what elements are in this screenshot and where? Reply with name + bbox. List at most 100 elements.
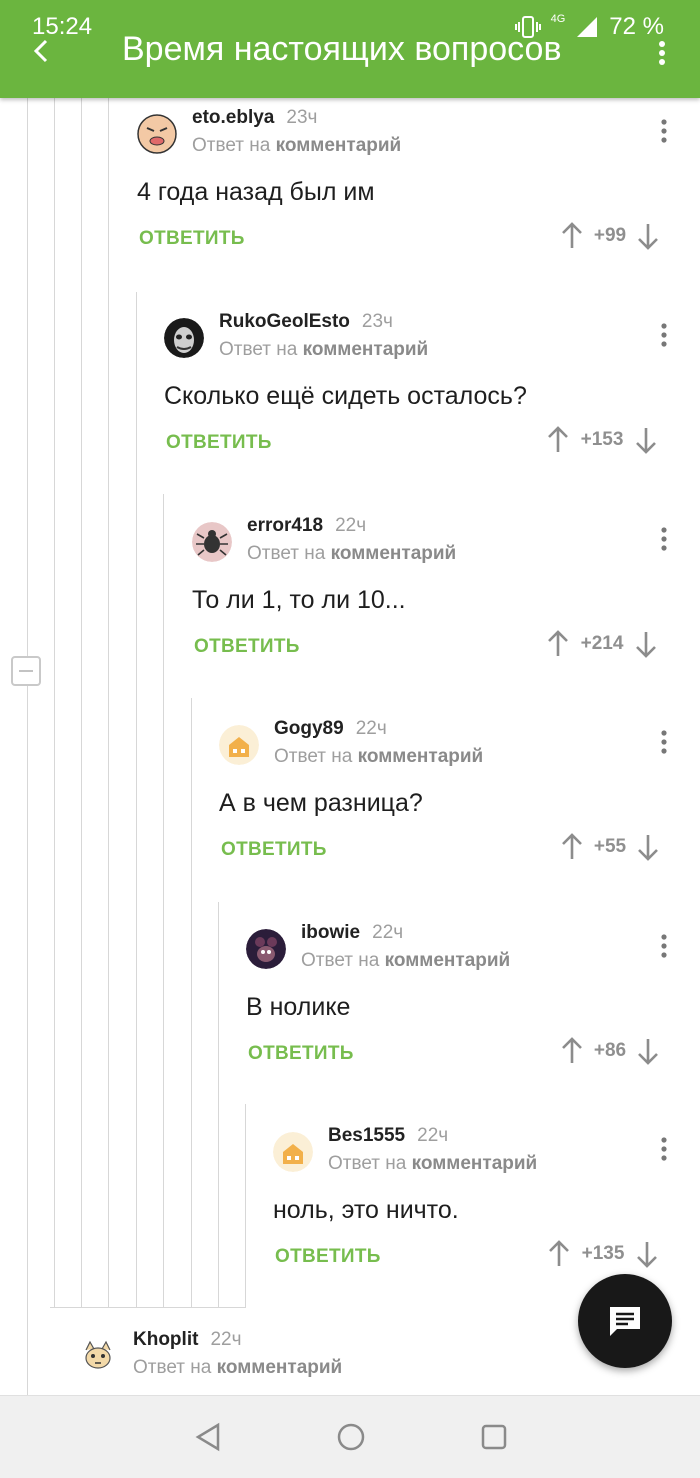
avatar[interactable]: [246, 929, 286, 969]
upvote-arrow-icon[interactable]: [560, 222, 584, 250]
reply-button[interactable]: ОТВЕТИТЬ: [248, 1043, 354, 1065]
rating: +135: [581, 1243, 625, 1264]
cartoon-avatar-icon: [246, 929, 286, 969]
add-comment-button[interactable]: [578, 1274, 672, 1368]
comment-time: 22ч: [210, 1329, 242, 1350]
author-name[interactable]: Khoplit: [133, 1329, 198, 1350]
signal-icon: [577, 17, 598, 37]
reply-context: Ответ на комментарий: [247, 543, 456, 565]
reply-target-link[interactable]: комментарий: [217, 1357, 343, 1378]
reply-context: Ответ на комментарий: [328, 1153, 537, 1175]
rating: +86: [593, 1040, 627, 1061]
reply-button[interactable]: ОТВЕТИТЬ: [221, 839, 327, 861]
upvote-arrow-icon[interactable]: [560, 1037, 584, 1065]
thread-line: [108, 98, 109, 1308]
face-avatar-icon: [137, 114, 177, 154]
upvote-arrow-icon[interactable]: [547, 1240, 571, 1268]
more-vert-icon[interactable]: [660, 526, 668, 552]
reply-prefix: Ответ на: [247, 543, 326, 564]
comment-icon: [610, 1307, 640, 1336]
vote-controls: +153: [546, 426, 658, 454]
more-vert-icon[interactable]: [660, 729, 668, 755]
thread-line: [218, 902, 219, 1308]
comment-text: То ли 1, то ли 10...: [192, 586, 406, 614]
more-vert-icon[interactable]: [660, 933, 668, 959]
avatar[interactable]: [273, 1132, 313, 1172]
downvote-arrow-icon[interactable]: [636, 1037, 660, 1065]
more-vert-icon[interactable]: [660, 1136, 668, 1162]
author-name[interactable]: eto.eblya: [192, 107, 274, 128]
reply-context: Ответ на комментарий: [219, 339, 428, 361]
cat-avatar-icon: [78, 1336, 118, 1376]
reply-prefix: Ответ на: [192, 135, 271, 156]
downvote-arrow-icon[interactable]: [634, 426, 658, 454]
thread-line: [163, 494, 164, 1308]
avatar[interactable]: [219, 725, 259, 765]
reply-target-link[interactable]: комментарий: [412, 1153, 538, 1174]
comment-text: ноль, это ничто.: [273, 1196, 459, 1224]
comment-text: А в чем разница?: [219, 789, 423, 817]
downvote-arrow-icon[interactable]: [636, 222, 660, 250]
thread-line: [54, 98, 55, 1308]
comment: error418 22ч Ответ на комментарий То ли 1…: [192, 508, 677, 698]
comment-time: 22ч: [372, 922, 404, 943]
author-name[interactable]: error418: [247, 515, 323, 536]
reply-context: Ответ на комментарий: [192, 135, 401, 157]
reply-button[interactable]: ОТВЕТИТЬ: [275, 1246, 381, 1268]
author-name[interactable]: RukoGeolEsto: [219, 311, 350, 332]
bug-avatar-icon: [192, 522, 232, 562]
downvote-arrow-icon[interactable]: [635, 1240, 659, 1268]
comment: RukoGeolEsto 23ч Ответ на комментарий Ско…: [164, 304, 677, 494]
thread-line: [191, 698, 192, 1308]
reply-target-link[interactable]: комментарий: [358, 746, 484, 767]
downvote-arrow-icon[interactable]: [636, 833, 660, 861]
recents-square-icon[interactable]: [480, 1422, 508, 1452]
upvote-arrow-icon[interactable]: [546, 630, 570, 658]
thread-line: [245, 1104, 246, 1308]
page-title: Время настоящих вопросов: [122, 30, 562, 68]
home-circle-icon[interactable]: [336, 1422, 366, 1452]
comment: eto.eblya 23ч Ответ на комментарий 4 года…: [137, 100, 677, 290]
vote-controls: +99: [560, 222, 660, 250]
reply-context: Ответ на комментарий: [274, 746, 483, 768]
comment-text: 4 года назад был им: [137, 178, 375, 206]
author-name[interactable]: Gogy89: [274, 718, 344, 739]
upvote-arrow-icon[interactable]: [546, 426, 570, 454]
system-navigation-bar: [0, 1395, 700, 1478]
reply-target-link[interactable]: комментарий: [385, 950, 511, 971]
rating: +153: [580, 429, 624, 450]
avatar[interactable]: [164, 318, 204, 358]
back-triangle-icon[interactable]: [194, 1422, 222, 1452]
reply-button[interactable]: ОТВЕТИТЬ: [139, 228, 245, 250]
rating: +99: [593, 225, 627, 246]
vote-controls: +86: [560, 1037, 660, 1065]
reply-prefix: Ответ на: [219, 339, 298, 360]
reply-target-link[interactable]: комментарий: [331, 543, 457, 564]
reply-target-link[interactable]: комментарий: [276, 135, 402, 156]
more-vert-icon[interactable]: [660, 322, 668, 348]
avatar[interactable]: [192, 522, 232, 562]
collapse-thread-button[interactable]: [11, 656, 41, 686]
back-arrow-icon[interactable]: [30, 38, 56, 64]
vote-controls: +214: [546, 630, 658, 658]
upvote-arrow-icon[interactable]: [560, 833, 584, 861]
status-time: 15:24: [32, 13, 93, 40]
author-name[interactable]: Bes1555: [328, 1125, 405, 1146]
reply-button[interactable]: ОТВЕТИТЬ: [166, 432, 272, 454]
reply-target-link[interactable]: комментарий: [303, 339, 429, 360]
more-vert-icon[interactable]: [658, 40, 666, 66]
rating: +214: [580, 633, 624, 654]
comment-time: 22ч: [355, 718, 387, 739]
comment-text: Сколько ещё сидеть осталось?: [164, 382, 527, 410]
app-header: 15:24 4G 72 % Время настоящих вопросов: [0, 0, 700, 98]
avatar[interactable]: [78, 1336, 118, 1376]
vote-controls: +55: [560, 833, 660, 861]
avatar[interactable]: [137, 114, 177, 154]
author-name[interactable]: ibowie: [301, 922, 360, 943]
comment-text: В нолике: [246, 993, 351, 1021]
more-vert-icon[interactable]: [660, 118, 668, 144]
thread-line: [27, 98, 28, 1395]
downvote-arrow-icon[interactable]: [634, 630, 658, 658]
rating: +55: [593, 836, 627, 857]
reply-button[interactable]: ОТВЕТИТЬ: [194, 636, 300, 658]
